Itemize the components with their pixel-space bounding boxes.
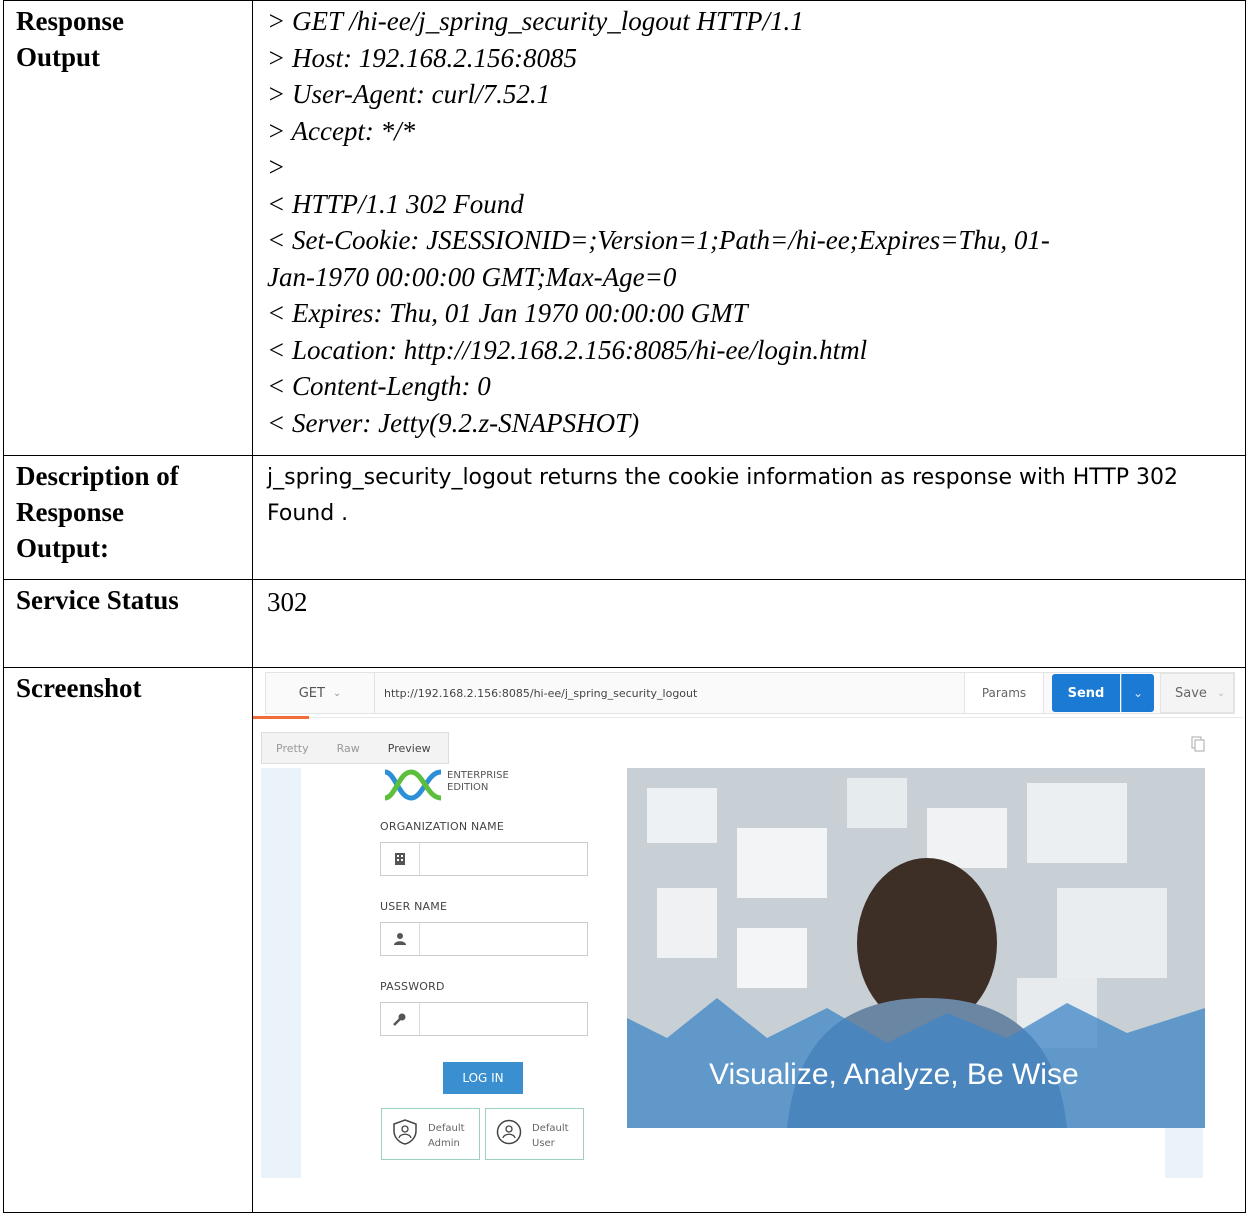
screenshot-label-cell: Screenshot xyxy=(3,667,253,1213)
service-status-label: Service Status xyxy=(16,585,179,615)
output-line: < Location: http://192.168.2.156:8085/hi… xyxy=(267,334,868,365)
default-user-line: User xyxy=(532,1138,555,1149)
logo-line: EDITION xyxy=(447,782,489,793)
row-screenshot: Screenshot GET ⌄ http://192.168.2.156:80… xyxy=(3,667,1246,1213)
row-service-status: Service Status 302 xyxy=(3,579,1246,668)
output-line: < Set-Cookie: JSESSIONID=;Version=1;Path… xyxy=(267,225,1050,255)
default-user-line: Default xyxy=(532,1123,569,1134)
user-icon xyxy=(381,923,420,955)
description-label-cell: Description of Response Output: xyxy=(3,455,253,580)
user-circle-icon xyxy=(496,1119,522,1145)
row-description: Description of Response Output: j_spring… xyxy=(3,455,1246,580)
active-tab-indicator xyxy=(253,716,309,719)
default-admin-text: Default Admin xyxy=(428,1121,465,1151)
embedded-screenshot: GET ⌄ http://192.168.2.156:8085/hi-ee/j_… xyxy=(253,668,1243,1198)
screenshot-cell: GET ⌄ http://192.168.2.156:8085/hi-ee/j_… xyxy=(252,667,1246,1213)
default-admin-line: Default xyxy=(428,1123,465,1134)
label-line: Output: xyxy=(16,533,110,563)
password-label: PASSWORD xyxy=(380,980,445,993)
admin-shield-icon xyxy=(393,1119,417,1145)
preview-page: ENTERPRISE EDITION ORGANIZATION NAME USE… xyxy=(261,768,1205,1178)
row-response-output: Response Output > GET /hi-ee/j_spring_se… xyxy=(3,0,1246,456)
divider xyxy=(309,717,1243,718)
response-output-label: Response Output xyxy=(4,1,252,75)
default-user-text: Default User xyxy=(532,1121,569,1151)
label-line: Response xyxy=(16,497,125,527)
key-icon xyxy=(381,1003,420,1035)
label-line: Description of xyxy=(16,461,179,491)
password-field[interactable] xyxy=(380,1002,588,1036)
service-status-cell: 302 xyxy=(252,579,1246,668)
output-line: < Expires: Thu, 01 Jan 1970 00:00:00 GMT xyxy=(267,298,748,328)
user-name-field[interactable] xyxy=(380,922,588,956)
output-line: Jan-1970 00:00:00 GMT;Max-Age=0 xyxy=(267,261,677,292)
label-line: Response xyxy=(16,6,125,36)
method-label: GET xyxy=(298,685,325,701)
label-line: Output xyxy=(16,42,101,72)
building-icon xyxy=(381,843,420,875)
save-label: Save xyxy=(1175,685,1207,701)
description-cell: j_spring_security_logout returns the coo… xyxy=(252,455,1246,580)
tab-raw[interactable]: Raw xyxy=(323,742,374,755)
response-output-cell: > GET /hi-ee/j_spring_security_logout HT… xyxy=(252,0,1246,456)
doc-table: Response Output > GET /hi-ee/j_spring_se… xyxy=(3,0,1246,1213)
description-text: j_spring_security_logout returns the coo… xyxy=(267,465,1178,526)
logo-text: ENTERPRISE EDITION xyxy=(447,770,509,794)
response-view-tabs: Pretty Raw Preview xyxy=(261,732,449,764)
logo-line: ENTERPRISE xyxy=(447,770,509,781)
output-line: < HTTP/1.1 302 Found xyxy=(267,188,524,219)
output-line: < Content-Length: 0 xyxy=(267,371,491,401)
screenshot-label: Screenshot xyxy=(16,673,142,703)
service-status-label-cell: Service Status xyxy=(3,579,253,668)
response-output-label-cell: Response Output xyxy=(3,0,253,456)
copy-icon[interactable] xyxy=(1191,736,1205,752)
hero-tagline: Visualize, Analyze, Be Wise xyxy=(709,1058,1079,1091)
send-options-chevron-icon[interactable]: ⌄ xyxy=(1121,674,1154,712)
send-button[interactable]: Send xyxy=(1052,674,1120,712)
dna-logo-icon xyxy=(384,769,442,801)
save-button[interactable]: Save ⌄ xyxy=(1160,673,1234,713)
login-button[interactable]: LOG IN xyxy=(443,1062,523,1094)
params-button[interactable]: Params xyxy=(964,673,1044,713)
user-name-label: USER NAME xyxy=(380,900,448,913)
output-line: > User-Agent: curl/7.52.1 xyxy=(267,79,551,109)
method-select[interactable]: GET ⌄ xyxy=(266,673,375,713)
organization-name-label: ORGANIZATION NAME xyxy=(380,820,504,833)
service-status-value: 302 xyxy=(267,587,308,617)
default-admin-line: Admin xyxy=(428,1138,460,1149)
output-line: < Server: Jetty(9.2.z-SNAPSHOT) xyxy=(267,407,640,438)
default-admin-button[interactable]: Default Admin xyxy=(381,1108,480,1160)
output-line: > xyxy=(267,152,286,182)
login-page: ENTERPRISE EDITION ORGANIZATION NAME USE… xyxy=(301,768,1205,1178)
output-line: > Host: 192.168.2.156:8085 xyxy=(267,42,577,73)
output-line: > Accept: */* xyxy=(267,115,416,146)
output-line: > GET /hi-ee/j_spring_security_logout HT… xyxy=(267,6,804,36)
request-bar: GET ⌄ http://192.168.2.156:8085/hi-ee/j_… xyxy=(265,672,1235,714)
tab-preview[interactable]: Preview xyxy=(374,742,445,755)
hero-image: Visualize, Analyze, Be Wise xyxy=(627,768,1205,1128)
organization-name-field[interactable] xyxy=(380,842,588,876)
response-output-text: > GET /hi-ee/j_spring_security_logout HT… xyxy=(253,1,1245,441)
url-input[interactable]: http://192.168.2.156:8085/hi-ee/j_spring… xyxy=(384,673,954,713)
chevron-down-icon: ⌄ xyxy=(1216,687,1226,699)
tab-pretty[interactable]: Pretty xyxy=(262,742,323,755)
chevron-down-icon: ⌄ xyxy=(332,687,342,699)
description-label: Description of Response Output: xyxy=(4,456,252,566)
default-user-button[interactable]: Default User xyxy=(485,1108,584,1160)
